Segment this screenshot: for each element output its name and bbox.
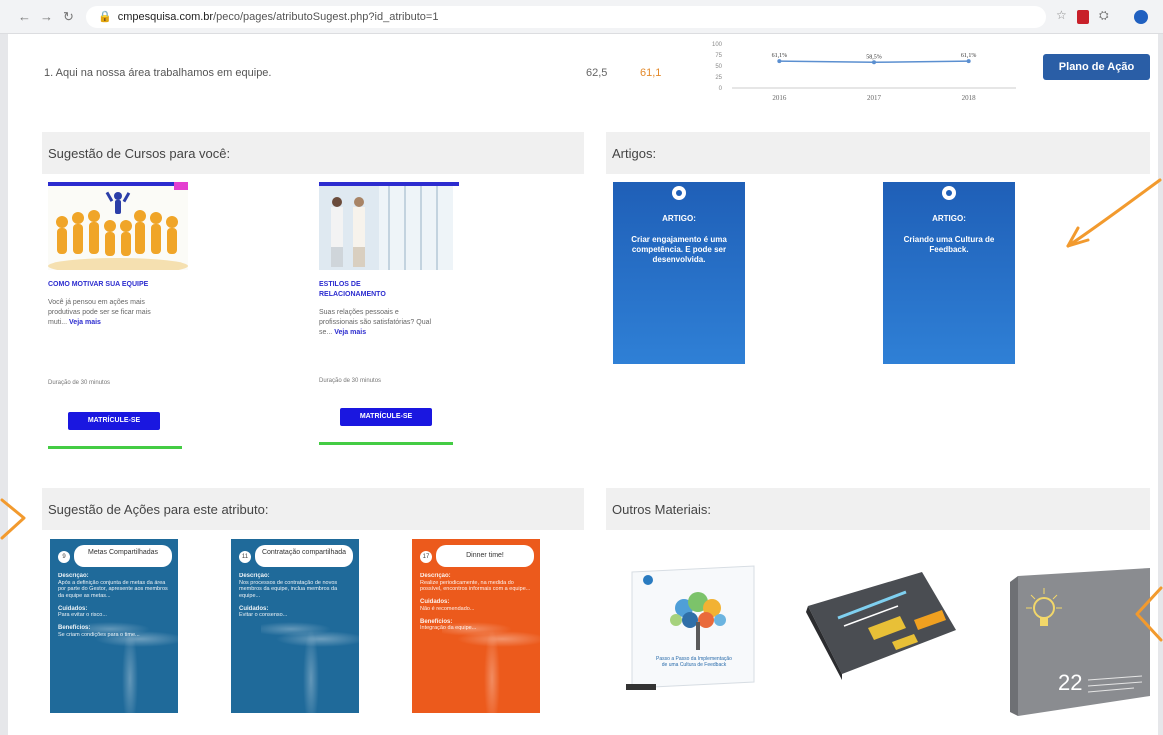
article-label: ARTIGO: [662,214,696,223]
action-care-text: Não é recomendado... [420,605,475,612]
actions-heading: Sugestão de Ações para este atributo: [42,488,584,530]
data-point [872,60,876,65]
articles-heading: Artigos: [606,132,1150,174]
orange-arrow-decoration [0,498,26,540]
address-bar[interactable]: 🔒 cmpesquisa.com.br/peco/pages/atributoSu… [86,6,1046,28]
data-point [966,59,971,64]
orange-arrow-decoration [1135,586,1163,642]
y-tick-label: 0 [719,86,723,92]
course-title[interactable]: ESTILOS DE RELACIONAMENTO [319,280,429,300]
action-title: Contratação compartilhada [255,545,353,567]
y-tick-label: 50 [715,64,722,70]
lock-icon: 🔒 [98,11,112,23]
material-ebook-engajamento[interactable] [802,570,960,688]
reload-icon[interactable]: ↻ [63,9,74,25]
browser-toolbar: ← → ↻ 🔒 cmpesquisa.com.br/peco/pages/atri… [0,0,1163,34]
star-icon[interactable]: ☆ [1056,8,1067,22]
page-content: 1. Aqui na nossa área trabalhamos em equ… [8,34,1158,735]
course-description: Você já pensou em ações mais produtivas … [48,298,166,328]
course-bottom-bar [48,446,182,449]
action-benefit-text: Se criam condições para o time... [58,631,140,638]
article-icon [672,186,686,200]
action-title: Dinner time! [436,545,534,567]
data-label: 58,5% [866,54,882,60]
other-materials-heading: Outros Materiais: [606,488,1150,530]
orange-arrow-decoration [1066,178,1162,248]
forward-icon[interactable]: → [40,9,53,24]
data-point [777,59,782,64]
material-ebook-feedback[interactable]: Passo a Passo da Implementação de uma Cu… [626,564,760,694]
action-care-text: Para evitar o risco... [58,612,107,618]
action-desc-text: Nos processos de contratação de novos me… [239,579,338,599]
action-desc-heading: Descrição: [420,573,451,579]
action-desc-text: Após a definição conjunta de metas da ár… [58,579,168,599]
course-duration: Duração de 30 minutos [48,380,111,386]
action-body: Descrição: Nos processos de contratação … [239,573,351,619]
action-desc-heading: Descrição: [58,573,89,579]
trend-chart: 100 75 50 25 0 61,1% 2016 58,5% 2017 61,1% 2018 [712,42,1016,102]
url-host: cmpesquisa.com.br [117,11,214,23]
enroll-button[interactable]: MATRÍCULE-SE [340,408,432,426]
x-tick-label: 2016 [772,94,787,102]
material-caption: Passo a Passo da Implementação de uma Cu… [656,656,732,668]
y-tick-label: 75 [715,53,722,59]
url-path: /peco/pages/atributoSugest.php?id_atribu… [213,11,439,23]
courses-heading: Sugestão de Cursos para você: [42,132,584,174]
extension-icon[interactable]: ⛭ [1099,8,1109,23]
action-desc-heading: Descrição: [239,573,270,579]
action-number: 11 [239,551,251,563]
action-care-text: Evitar o consenso... [239,612,288,618]
data-label: 61,1% [772,53,788,59]
profile-icon[interactable] [1134,10,1148,24]
course-duration: Duração de 30 minutos [319,378,382,384]
material-ebook-22-ideias[interactable]: 22 [1004,568,1150,716]
course-image [319,186,459,270]
action-card[interactable]: 9 Metas Compartilhadas Descrição: Após a… [50,539,178,713]
material-number: 22 [1058,670,1082,695]
plano-de-acao-button[interactable]: Plano de Ação [1043,54,1150,80]
course-description: Suas relações pessoais e profissionais s… [319,308,437,338]
enroll-button[interactable]: MATRÍCULE-SE [68,412,160,430]
course-see-more-link[interactable]: Veja mais [69,319,101,326]
action-benefit-text: Integração da equipe... [420,625,477,631]
back-icon[interactable]: ← [18,9,31,24]
course-card: ESTILOS DE RELACIONAMENTO Suas relações … [319,182,459,452]
action-care-heading: Cuidados: [420,599,450,605]
pdf-extension-icon[interactable] [1077,10,1089,24]
action-card[interactable]: 11 Contratação compartilhada Descrição: … [231,539,359,713]
y-tick-label: 100 [712,42,723,48]
action-body: Descrição: Realize periodicamente, na me… [420,573,532,632]
course-corner-mark [174,182,188,190]
attribute-score-b: 61,1 [640,67,662,79]
action-title: Metas Compartilhadas [74,545,172,567]
action-desc-text: Realize periodicamente, na medida do pos… [420,579,531,593]
article-card[interactable]: ARTIGO: Criar engajamento é uma competên… [613,182,745,364]
action-care-heading: Cuidados: [58,605,88,612]
attribute-row: 1. Aqui na nossa área trabalhamos em equ… [8,34,1158,124]
article-title: Criar engajamento é uma competência. E p… [631,235,727,264]
action-benefit-heading: Benefícios: [420,618,453,625]
course-card: COMO MOTIVAR SUA EQUIPE Você já pensou e… [48,182,188,452]
course-image [48,186,188,274]
action-number: 17 [420,551,432,563]
article-title: Criando uma Cultura de Feedback. [903,235,995,254]
article-label: ARTIGO: [932,214,966,223]
action-body: Descrição: Após a definição conjunta de … [58,573,170,638]
action-benefit-heading: Benefícios: [58,625,91,631]
y-tick-label: 25 [715,75,722,81]
x-tick-label: 2018 [962,94,977,102]
course-see-more-link[interactable]: Veja mais [334,329,366,336]
article-card[interactable]: ARTIGO: Criando uma Cultura de Feedback. [883,182,1015,364]
action-care-heading: Cuidados: [239,605,269,612]
action-card[interactable]: 17 Dinner time! Descrição: Realize perio… [412,539,540,713]
article-icon [942,186,956,200]
action-number: 9 [58,551,70,563]
course-title[interactable]: COMO MOTIVAR SUA EQUIPE [48,280,158,290]
x-tick-label: 2017 [867,94,882,102]
data-label: 61,1% [961,53,977,59]
attribute-score-a: 62,5 [586,67,608,79]
attribute-text: 1. Aqui na nossa área trabalhamos em equ… [44,67,272,79]
course-bottom-bar [319,442,453,445]
